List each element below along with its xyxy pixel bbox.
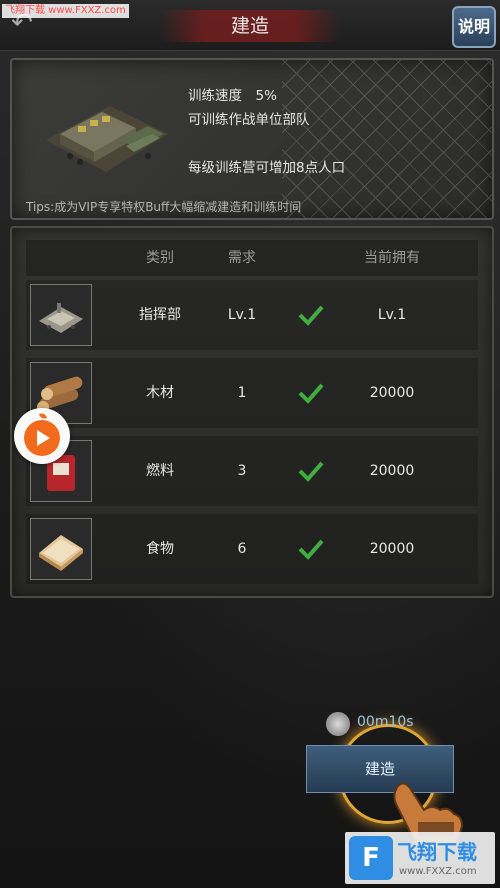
header-owned: 当前拥有	[364, 250, 420, 266]
requirement-required: 6	[237, 541, 247, 557]
watermark-url: www.FXXZ.com	[399, 866, 477, 877]
requirement-required: 3	[237, 463, 247, 479]
top-bar: ↶ 飞翔下载 www.FXXZ.com 建造 说明	[0, 0, 500, 51]
check-icon	[298, 539, 324, 560]
check-icon	[298, 305, 324, 326]
build-timer: 00m10s	[357, 714, 414, 730]
requirement-name: 燃料	[146, 463, 174, 479]
clock-icon	[326, 712, 350, 736]
requirement-owned: 20000	[369, 463, 415, 479]
header-category: 类别	[146, 250, 174, 266]
population-bonus-text: 每级训练营可增加8点人口	[188, 160, 346, 176]
check-icon	[298, 383, 324, 404]
requirement-owned: Lv.1	[377, 307, 407, 323]
page-title: 建造	[160, 10, 340, 42]
requirement-name: 指挥部	[139, 307, 181, 323]
headquarters-icon	[30, 284, 92, 346]
training-speed-text: 训练速度 5%	[188, 88, 277, 104]
requirements-header: 类别 需求 当前拥有	[26, 240, 478, 276]
floating-play-button[interactable]	[14, 408, 70, 464]
requirement-row-wood: 木材 1 20000	[26, 358, 478, 428]
requirement-owned: 20000	[369, 541, 415, 557]
watermark-logo: F	[349, 836, 393, 880]
requirement-owned: 20000	[369, 385, 415, 401]
requirement-required: Lv.1	[227, 307, 257, 323]
building-info-panel: 训练速度 5% 可训练作战单位部队 每级训练营可增加8点人口 Tips:成为VI…	[10, 58, 494, 220]
requirement-name: 木材	[146, 385, 174, 401]
training-camp-image	[46, 106, 168, 172]
play-icon	[24, 413, 60, 456]
watermark-top: 飞翔下载 www.FXXZ.com	[2, 4, 129, 18]
requirement-row-food: 食物 6 20000	[26, 514, 478, 584]
watermark-bottom: F 飞翔下载 www.FXXZ.com	[345, 832, 495, 884]
requirement-row-fuel: 燃料 3 20000	[26, 436, 478, 506]
help-button[interactable]: 说明	[452, 6, 496, 48]
requirement-name: 食物	[146, 541, 174, 557]
check-icon	[298, 461, 324, 482]
food-icon	[30, 518, 92, 580]
requirement-row-headquarters: 指挥部 Lv.1 Lv.1	[26, 280, 478, 350]
tips-text: Tips:成为VIP专享特权Buff大幅缩减建造和训练时间	[26, 200, 302, 214]
trainable-units-text: 可训练作战单位部队	[188, 112, 310, 128]
watermark-name: 飞翔下载	[397, 840, 477, 864]
fence-decoration	[282, 60, 492, 218]
requirement-required: 1	[237, 385, 247, 401]
requirements-panel: 类别 需求 当前拥有 指挥部 Lv.1 Lv.1 木材 1 20000 燃料 3…	[10, 226, 494, 598]
header-required: 需求	[228, 250, 256, 266]
